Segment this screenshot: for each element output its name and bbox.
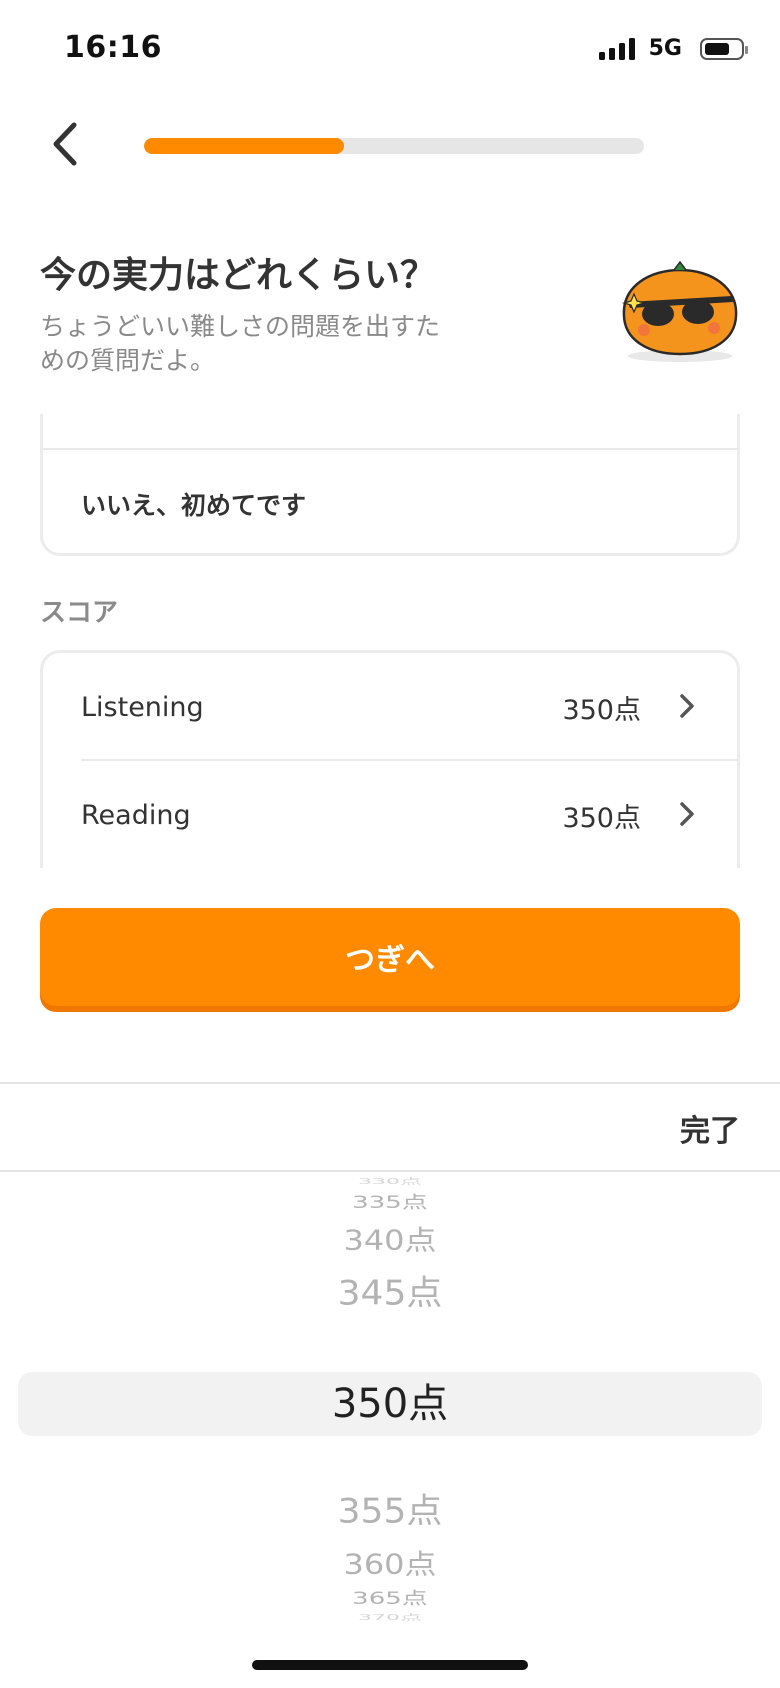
picker-option[interactable]: 360点 [0, 1545, 780, 1582]
chevron-right-icon [680, 694, 694, 718]
picker-toolbar: 完了 [0, 1082, 780, 1172]
experience-option-no[interactable]: いいえ、初めてです [81, 486, 306, 522]
score-row-value: 350点 [562, 694, 641, 726]
page-subtitle: ちょうどいい難しさの問題を出すための質問だよ。 [40, 312, 441, 375]
picker-option[interactable]: 335点 [0, 1193, 780, 1213]
signal-icon [598, 37, 635, 60]
score-picker-wheel[interactable]: 330点 335点 340点 345点 350点 355点 360点 365点 … [0, 1174, 780, 1622]
score-section-label: スコア [40, 598, 119, 628]
picker-option[interactable]: 355点 [0, 1487, 780, 1536]
next-button-label: つぎへ [345, 943, 435, 978]
picker-option[interactable]: 345点 [0, 1269, 780, 1318]
picker-option[interactable]: 330点 [0, 1178, 780, 1186]
chevron-right-icon [680, 802, 694, 826]
experience-card: いいえ、初めてです [40, 414, 740, 556]
picker-option[interactable]: 370点 [0, 1614, 780, 1622]
onboarding-progress-bar [144, 138, 644, 154]
picker-option-selected[interactable]: 350点 [0, 1376, 780, 1432]
battery-icon [700, 37, 748, 60]
status-time: 16:16 [64, 30, 162, 65]
chevron-left-icon [53, 122, 77, 166]
done-button[interactable]: 完了 [680, 1106, 740, 1150]
progress-fill [144, 138, 344, 154]
orange-mascot-icon [621, 260, 738, 362]
home-indicator [252, 1660, 528, 1670]
page-title: 今の実力はどれくらい？ [40, 255, 437, 296]
status-icons: 5G [598, 36, 748, 61]
score-row-listening[interactable]: Listening 350点 [43, 653, 737, 761]
score-row-label: Listening [81, 691, 204, 723]
next-button[interactable]: つぎへ [40, 908, 740, 1006]
card-divider [43, 448, 737, 450]
app-screen: 16:16 5G 今の実力はどれくらい？ ちょうどいい難しさの問題を出すための質… [0, 0, 780, 1688]
picker-option[interactable]: 340点 [0, 1221, 780, 1258]
network-label: 5G [648, 36, 682, 61]
score-row-reading[interactable]: Reading 350点 [43, 761, 737, 868]
score-row-value: 350点 [562, 802, 641, 834]
back-button[interactable] [40, 116, 90, 172]
score-row-label: Reading [81, 799, 191, 831]
score-card: Listening 350点 Reading 350点 [40, 650, 740, 868]
picker-option[interactable]: 365点 [0, 1589, 780, 1609]
